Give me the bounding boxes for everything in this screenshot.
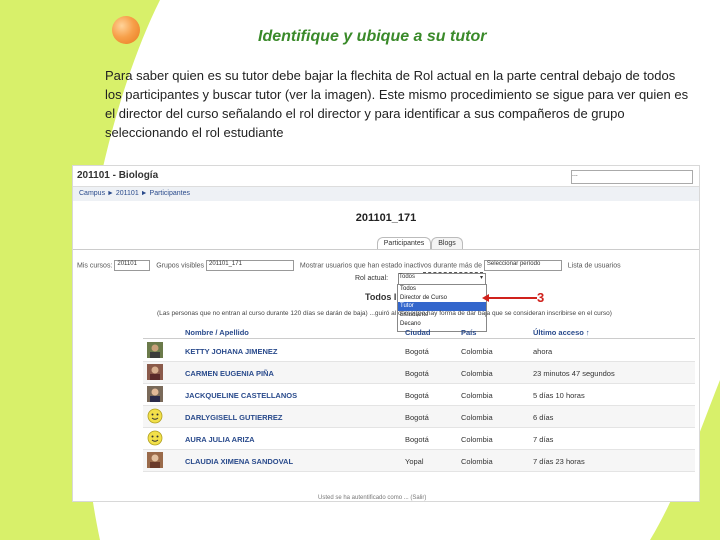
table-row: JACKQUELINE CASTELLANOS Bogotá Colombia … — [143, 384, 695, 406]
participant-name[interactable]: CLAUDIA XIMENA SANDOVAL — [185, 457, 293, 466]
todos-heading: Todos l — [365, 292, 397, 302]
callout-number: 3 — [537, 290, 545, 305]
table-row: CLAUDIA XIMENA SANDOVAL Yopal Colombia 7… — [143, 450, 695, 472]
participant-last-access: 7 días 23 horas — [533, 457, 585, 466]
col-last-access[interactable]: Último acceso ↑ — [533, 328, 590, 337]
rol-label: Rol actual: — [355, 275, 389, 282]
participant-last-access: 5 días 10 horas — [533, 391, 585, 400]
col-country[interactable]: País — [461, 328, 476, 337]
participant-city: Bogotá — [405, 347, 429, 356]
photo-avatar-icon — [147, 364, 163, 380]
participant-last-access: 7 días — [533, 435, 554, 444]
tab-divider — [73, 249, 699, 250]
participant-last-access: 6 días — [533, 413, 554, 422]
lista-label: Lista de usuarios — [567, 262, 621, 270]
table-row: CARMEN EUGENIA PIÑA Bogotá Colombia 23 m… — [143, 362, 695, 384]
smiley-avatar-icon — [147, 408, 163, 424]
participants-table-header: Nombre / Apellido Ciudad País Último acc… — [143, 326, 695, 339]
breadcrumb[interactable]: Campus ► 201101 ► Participantes — [79, 190, 190, 197]
participant-country: Colombia — [461, 369, 493, 378]
course-header: 201101 - Biología ... — [73, 166, 699, 187]
rol-dropdown-list[interactable]: Todos Director de Curso Tutor Estudiante… — [397, 284, 487, 332]
photo-avatar-icon — [147, 452, 163, 468]
page-heading: 201101_171 — [355, 212, 417, 224]
filter-row: Mis cursos: 201101 Grupos visibles 20110… — [77, 260, 621, 271]
grupos-label: Grupos visibles — [156, 262, 205, 270]
intro-paragraph: Para saber quien es su tutor debe bajar … — [105, 68, 689, 140]
rol-option-todos[interactable]: Todos — [398, 285, 486, 294]
dashed-rule — [423, 272, 483, 273]
participant-name[interactable]: CARMEN EUGENIA PIÑA — [185, 369, 274, 378]
participant-country: Colombia — [461, 347, 493, 356]
table-row: AURA JULIA ARIZA Bogotá Colombia 7 días — [143, 428, 695, 450]
login-footer: Usted se ha autentificado como ... (Sali… — [318, 495, 427, 501]
table-row: DARLYGISELL GUTIERREZ Bogotá Colombia 6 … — [143, 406, 695, 428]
participant-city: Bogotá — [405, 435, 429, 444]
participant-city: Bogotá — [405, 413, 429, 422]
participant-city: Bogotá — [405, 369, 429, 378]
participant-name[interactable]: JACKQUELINE CASTELLANOS — [185, 391, 297, 400]
inactivity-note: (Las personas que no entran al curso dur… — [157, 310, 612, 317]
table-row: KETTY JOHANA JIMENEZ Bogotá Colombia aho… — [143, 340, 695, 362]
participant-last-access: ahora — [533, 347, 553, 356]
jump-to-select[interactable]: ... — [571, 170, 693, 184]
participant-name[interactable]: DARLYGISELL GUTIERREZ — [185, 413, 283, 422]
col-city[interactable]: Ciudad — [405, 328, 430, 337]
grupos-select[interactable]: 201101_171 — [206, 260, 295, 271]
participant-city: Yopal — [405, 457, 424, 466]
col-name[interactable]: Nombre / Apellido — [185, 328, 249, 337]
mis-cursos-label: Mis cursos: — [77, 262, 113, 270]
participant-country: Colombia — [461, 391, 493, 400]
slide-title: Identifique y ubique a su tutor — [258, 28, 487, 45]
course-name: 201101 - Biología — [77, 170, 159, 181]
photo-avatar-icon — [147, 386, 163, 402]
participant-country: Colombia — [461, 435, 493, 444]
rol-select-value: Todos — [399, 274, 416, 280]
breadcrumb-bar: Campus ► 201101 ► Participantes — [73, 187, 699, 201]
participant-country: Colombia — [461, 457, 493, 466]
participant-name[interactable]: AURA JULIA ARIZA — [185, 435, 255, 444]
smiley-avatar-icon — [147, 430, 163, 446]
inactive-select[interactable]: Seleccionar período — [483, 260, 562, 271]
inactive-label: Mostrar usuarios que han estado inactivo… — [299, 262, 482, 270]
participant-name[interactable]: KETTY JOHANA JIMENEZ — [185, 347, 278, 356]
orange-orb-icon — [112, 16, 140, 44]
mis-cursos-select[interactable]: 201101 — [114, 260, 151, 271]
participant-last-access: 23 minutos 47 segundos — [533, 369, 615, 378]
moodle-screenshot: 201101 - Biología ... Campus ► 201101 ► … — [72, 165, 700, 502]
photo-avatar-icon — [147, 342, 163, 358]
chevron-down-icon: ▾ — [479, 275, 483, 281]
participant-city: Bogotá — [405, 391, 429, 400]
red-arrow-shaft — [487, 297, 537, 299]
rol-option-director[interactable]: Director de Curso — [398, 294, 486, 303]
participant-country: Colombia — [461, 413, 493, 422]
